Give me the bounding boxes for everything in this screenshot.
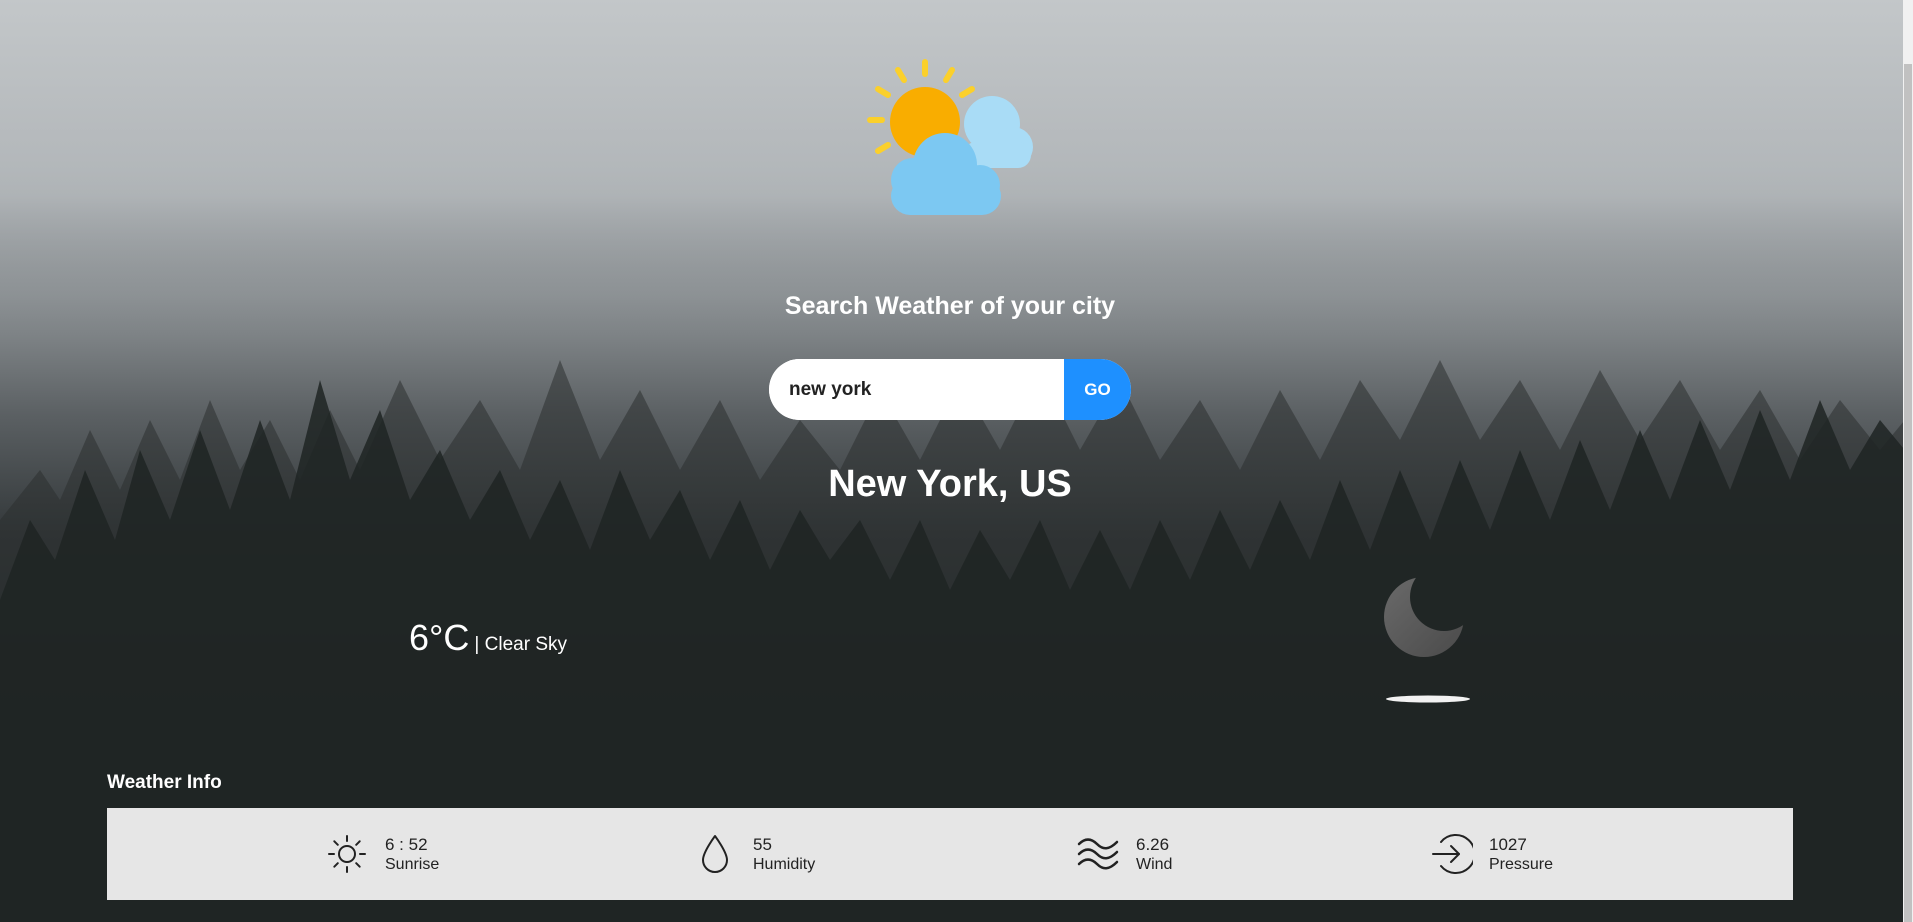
wind-value: 6.26 bbox=[1136, 834, 1170, 854]
wind-label: Wind bbox=[1136, 855, 1173, 873]
search-heading: Search Weather of your city bbox=[784, 292, 1116, 320]
weather-page: Search Weather of your city GO New York,… bbox=[0, 0, 1913, 922]
humidity-icon bbox=[702, 835, 728, 873]
pressure-label: Pressure bbox=[1489, 855, 1554, 873]
scrollbar-thumb[interactable] bbox=[1904, 64, 1912, 922]
page-scrollbar[interactable] bbox=[1903, 0, 1913, 922]
go-button[interactable]: GO bbox=[1064, 359, 1131, 420]
pressure-value: 1027 bbox=[1489, 834, 1527, 854]
humidity-label: Humidity bbox=[753, 855, 816, 873]
current-weather: 6°C | Clear Sky bbox=[409, 617, 567, 659]
sunrise-value: 6 : 52 bbox=[385, 834, 428, 854]
info-item-sunrise: 6 : 52 Sunrise bbox=[325, 808, 439, 900]
info-item-humidity: 55 Humidity bbox=[693, 808, 815, 900]
city-search-input[interactable] bbox=[769, 359, 1064, 420]
humidity-value: 55 bbox=[753, 834, 772, 854]
weather-description: | Clear Sky bbox=[474, 634, 567, 655]
weather-logo-icon bbox=[867, 59, 1033, 215]
info-item-pressure: 1027 Pressure bbox=[1429, 808, 1553, 900]
weather-info-bar: 6 : 52 Sunrise 55 Humidity 6.26 Wind 102… bbox=[107, 808, 1793, 900]
sunrise-icon bbox=[328, 835, 366, 873]
city-name: New York, US bbox=[828, 463, 1072, 505]
pressure-icon bbox=[1432, 834, 1473, 874]
temperature-value: 6°C bbox=[409, 617, 470, 658]
weather-info-title: Weather Info bbox=[107, 772, 222, 793]
moon-icon bbox=[1384, 577, 1470, 703]
wind-icon bbox=[1077, 838, 1119, 870]
search-bar: GO bbox=[769, 359, 1131, 420]
info-item-wind: 6.26 Wind bbox=[1076, 808, 1172, 900]
sunrise-label: Sunrise bbox=[385, 855, 440, 873]
